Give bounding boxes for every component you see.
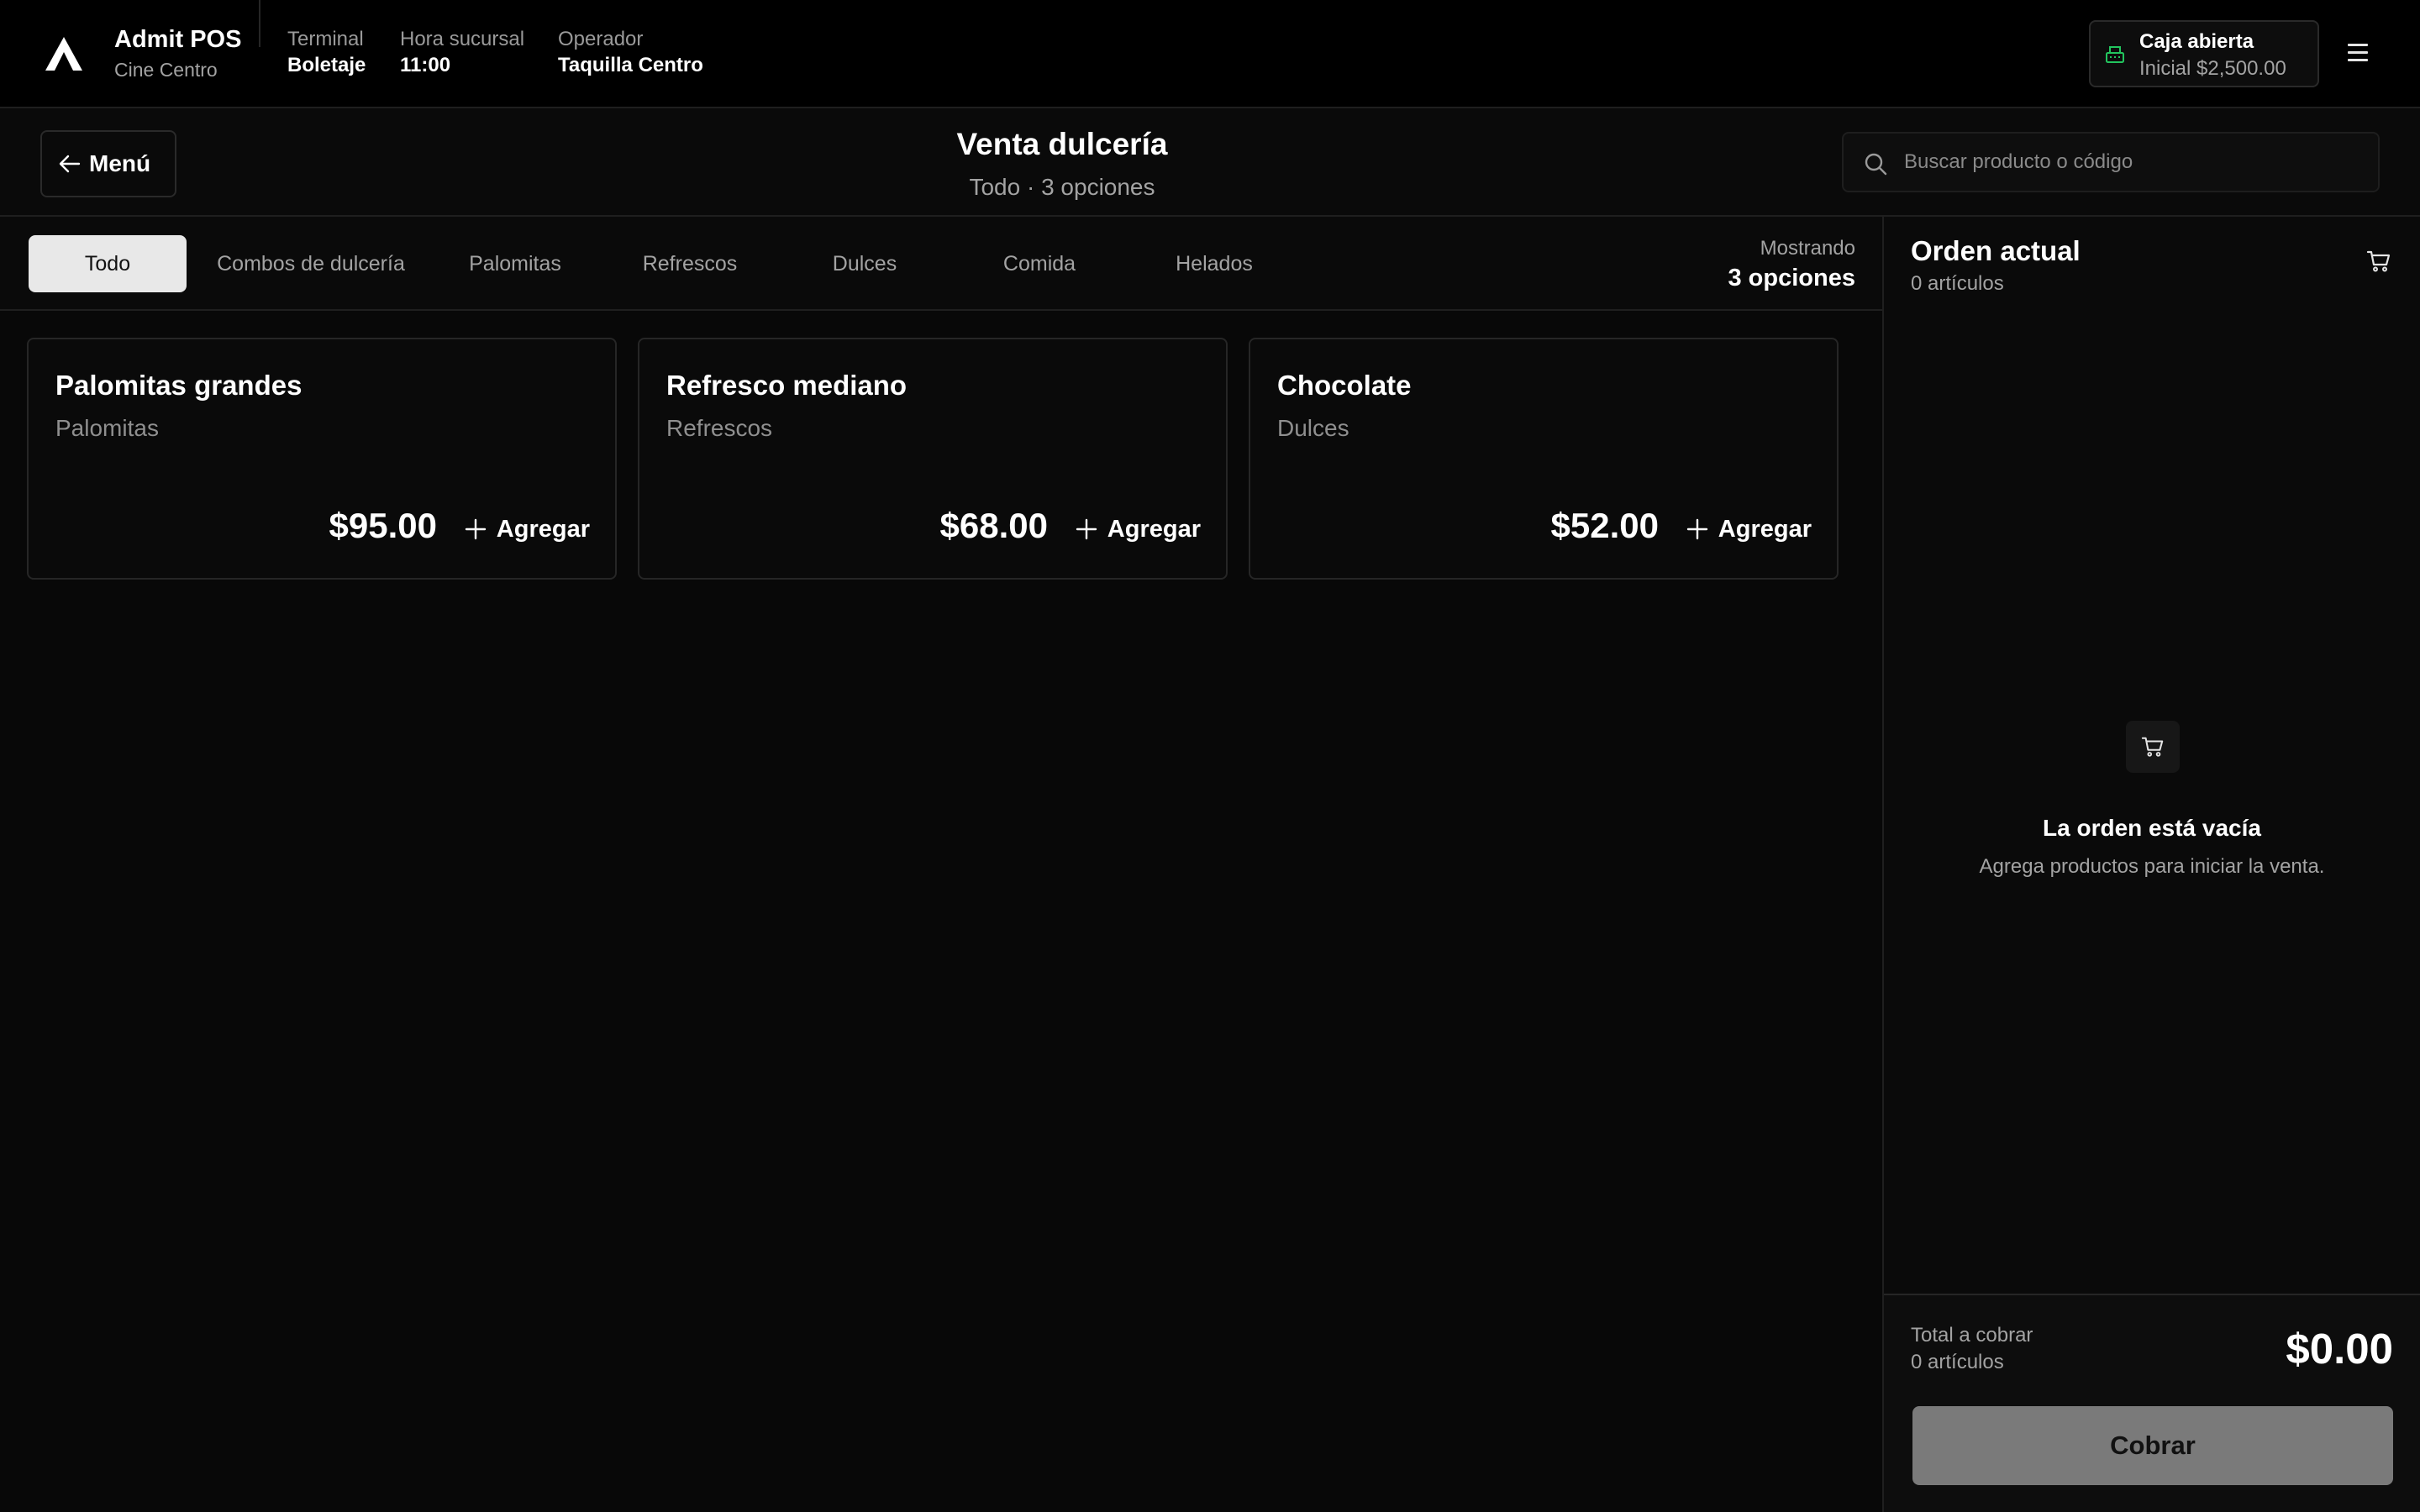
meta-label: Terminal bbox=[287, 28, 364, 50]
showing-value: 3 opciones bbox=[1728, 265, 1856, 291]
product-name: Chocolate bbox=[1277, 370, 1412, 401]
header-divider bbox=[259, 0, 260, 47]
meta-value: Boletaje bbox=[287, 54, 366, 76]
total-value: $0.00 bbox=[2286, 1325, 2393, 1373]
empty-cart-badge bbox=[2126, 721, 2180, 773]
tab-combos-dulceria[interactable]: Combos de dulcería bbox=[202, 235, 420, 292]
order-footer: Total a cobrar 0 artículos $0.00 Cobrar bbox=[1884, 1294, 2420, 1512]
cart-icon bbox=[2366, 250, 2391, 272]
empty-order-title: La orden está vacía bbox=[2043, 815, 2261, 841]
plus-icon bbox=[465, 518, 486, 540]
product-card[interactable]: Palomitas grandes Palomitas $95.00 Agreg… bbox=[27, 338, 617, 580]
product-grid: Palomitas grandes Palomitas $95.00 Agreg… bbox=[0, 311, 1882, 1512]
meta-operator: Operador Taquilla Centro bbox=[558, 27, 703, 79]
menu-icon[interactable] bbox=[2348, 44, 2368, 62]
add-label: Agregar bbox=[1718, 515, 1812, 543]
total-item-count: 0 artículos bbox=[1911, 1351, 2004, 1373]
top-bar: Admit POS Cine Centro Terminal Boletaje … bbox=[0, 0, 2420, 108]
tab-refrescos[interactable]: Refrescos bbox=[610, 235, 770, 292]
order-title: Orden actual bbox=[1911, 235, 2081, 266]
plus-icon bbox=[1076, 518, 1097, 540]
meta-value: 11:00 bbox=[400, 54, 451, 76]
meta-label: Hora sucursal bbox=[400, 28, 525, 50]
app-location: Cine Centro bbox=[114, 59, 218, 81]
order-item-count: 0 artículos bbox=[1911, 272, 2004, 295]
search-box[interactable] bbox=[1842, 132, 2380, 192]
register-status-label: Caja abierta bbox=[2139, 30, 2254, 53]
product-category: Refrescos bbox=[666, 415, 773, 441]
add-label: Agregar bbox=[1107, 515, 1201, 543]
category-tabs: Todo Combos de dulcería Palomitas Refres… bbox=[0, 217, 1882, 311]
meta-branch-time: Hora sucursal 11:00 bbox=[400, 27, 524, 79]
meta-value: Taquilla Centro bbox=[558, 54, 703, 76]
total-label: Total a cobrar bbox=[1911, 1324, 2033, 1347]
add-product-button[interactable]: Agregar bbox=[465, 512, 590, 546]
charge-button[interactable]: Cobrar bbox=[1912, 1406, 2393, 1485]
product-price: $95.00 bbox=[329, 506, 437, 545]
search-icon bbox=[1865, 153, 1887, 176]
add-label: Agregar bbox=[496, 515, 590, 543]
order-panel: Orden actual 0 artículos La orden está v… bbox=[1882, 217, 2420, 1512]
product-card[interactable]: Refresco mediano Refrescos $68.00 Agrega… bbox=[638, 338, 1228, 580]
meta-terminal: Terminal Boletaje bbox=[287, 27, 366, 79]
product-category: Dulces bbox=[1277, 415, 1349, 441]
add-product-button[interactable]: Agregar bbox=[1076, 512, 1201, 546]
search-input[interactable] bbox=[1904, 134, 2366, 191]
app-name: Admit POS bbox=[114, 26, 242, 53]
product-price: $52.00 bbox=[1550, 506, 1659, 545]
add-product-button[interactable]: Agregar bbox=[1686, 512, 1812, 546]
product-price: $68.00 bbox=[939, 506, 1048, 545]
register-status[interactable]: Caja abierta Inicial $2,500.00 bbox=[2089, 20, 2319, 87]
cash-register-icon bbox=[2106, 46, 2124, 63]
tab-todo[interactable]: Todo bbox=[29, 235, 187, 292]
product-name: Refresco mediano bbox=[666, 370, 908, 401]
plus-icon bbox=[1686, 518, 1707, 540]
tab-helados[interactable]: Helados bbox=[1134, 235, 1294, 292]
sub-header: Menú Venta dulcería Todo · 3 opciones bbox=[0, 108, 2420, 217]
admit-logo-icon bbox=[45, 37, 82, 71]
empty-order-description: Agrega productos para iniciar la venta. bbox=[1979, 855, 2325, 878]
tab-palomitas[interactable]: Palomitas bbox=[435, 235, 595, 292]
showing-label: Mostrando bbox=[1760, 237, 1855, 260]
product-category: Palomitas bbox=[55, 415, 159, 441]
meta-label: Operador bbox=[558, 28, 644, 50]
cart-icon bbox=[2141, 737, 2164, 757]
page-title: Venta dulcería bbox=[956, 127, 1168, 161]
register-initial-amount: Inicial $2,500.00 bbox=[2139, 57, 2286, 80]
page-subtitle: Todo · 3 opciones bbox=[969, 174, 1155, 200]
product-card[interactable]: Chocolate Dulces $52.00 Agregar bbox=[1249, 338, 1839, 580]
product-name: Palomitas grandes bbox=[55, 370, 302, 401]
tab-comida[interactable]: Comida bbox=[960, 235, 1119, 292]
tab-dulces[interactable]: Dulces bbox=[785, 235, 944, 292]
showing-count: Mostrando 3 opciones bbox=[1728, 235, 1856, 294]
order-header: Orden actual 0 artículos bbox=[1884, 217, 2420, 334]
